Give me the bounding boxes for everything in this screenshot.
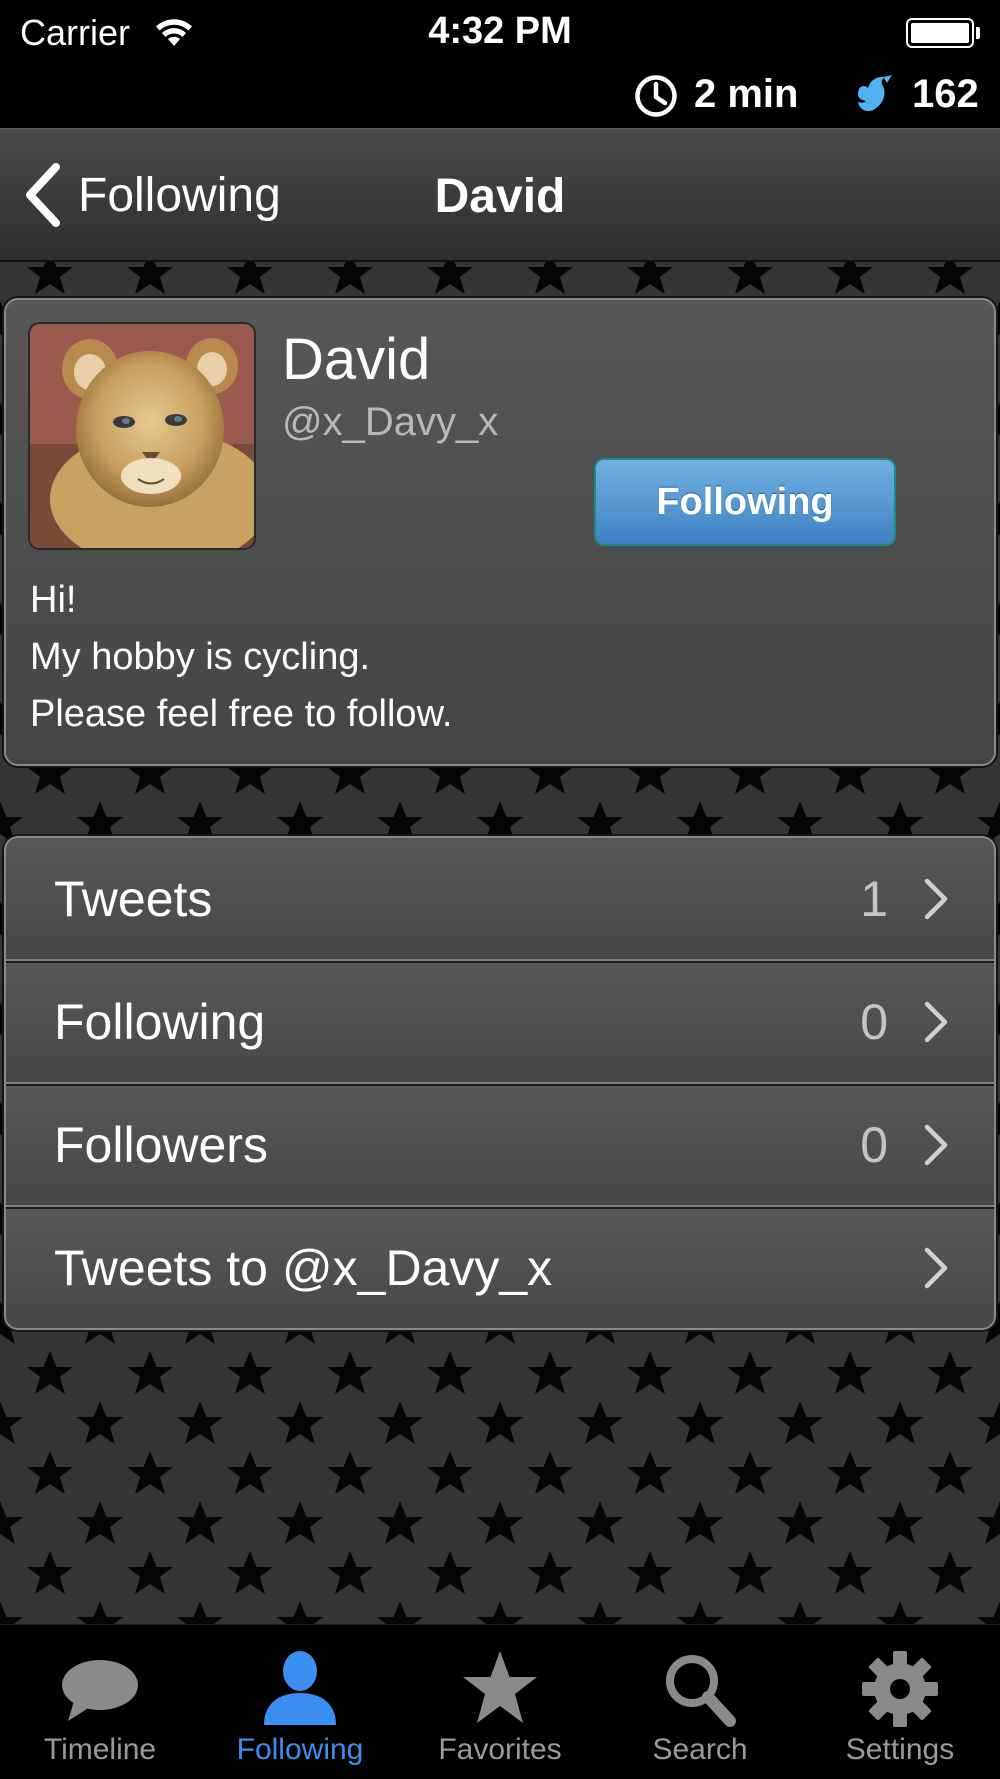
profile-name: David	[282, 327, 431, 392]
list-item-count: 0	[860, 1117, 888, 1173]
api-count-label: 162	[912, 72, 979, 116]
list-item-label: Following	[54, 994, 266, 1050]
chevron-right-icon	[924, 1247, 948, 1289]
tab-search[interactable]: Search	[600, 1625, 800, 1779]
tab-bar: Timeline Following Favorites Search Sett…	[0, 1624, 1000, 1779]
tab-settings[interactable]: Settings	[800, 1625, 1000, 1779]
avatar[interactable]	[28, 322, 256, 550]
list-item-label: Followers	[54, 1117, 268, 1173]
tab-favorites[interactable]: Favorites	[400, 1625, 600, 1779]
tab-label: Search	[652, 1733, 748, 1766]
tab-label: Settings	[845, 1733, 955, 1766]
profile-card: David @x_Davy_x Following Hi! My hobby i…	[4, 298, 996, 766]
status-time: 4:32 PM	[428, 10, 572, 52]
profile-bio: Hi! My hobby is cycling. Please feel fre…	[30, 572, 452, 743]
bio-line: Please feel free to follow.	[30, 693, 453, 735]
list-item-count: 1	[860, 871, 888, 927]
following-toggle-button[interactable]: Following	[594, 458, 896, 546]
battery-icon	[906, 18, 974, 48]
bio-line: My hobby is cycling.	[30, 636, 371, 678]
lion-cub-photo	[30, 324, 254, 548]
tab-following[interactable]: Following	[200, 1625, 400, 1779]
list-item-following[interactable]: Following 0	[4, 959, 996, 1082]
list-item-label: Tweets to @x_Davy_x	[54, 1240, 553, 1296]
clock-icon	[635, 75, 677, 117]
magnifier-icon	[666, 1655, 736, 1727]
list-item-tweets[interactable]: Tweets 1	[4, 836, 996, 959]
chevron-right-icon	[924, 1124, 948, 1166]
bio-line: Hi!	[30, 579, 77, 621]
profile-stats-list: Tweets 1 Following 0 Followers 0 Tweets …	[4, 836, 996, 1330]
chevron-right-icon	[924, 878, 948, 920]
page-title: David	[434, 170, 566, 223]
tab-timeline[interactable]: Timeline	[0, 1625, 200, 1779]
navigation-bar: Following David	[0, 128, 1000, 262]
gear-icon	[862, 1651, 938, 1727]
chevron-right-icon	[924, 1001, 948, 1043]
tab-label: Timeline	[43, 1733, 157, 1766]
star-icon	[463, 1651, 537, 1723]
person-icon	[264, 1651, 336, 1725]
battery-tip	[976, 27, 980, 39]
bird-icon	[858, 75, 892, 112]
status-bar: Carrier 4:32 PM 2 min 162	[0, 0, 1000, 128]
speech-bubble-icon	[62, 1660, 138, 1721]
tab-label: Favorites	[438, 1733, 562, 1766]
list-item-tweets-to-user[interactable]: Tweets to @x_Davy_x	[4, 1205, 996, 1330]
list-item-count: 0	[860, 994, 888, 1050]
list-item-label: Tweets	[54, 871, 213, 927]
tab-label: Following	[236, 1733, 364, 1766]
list-item-followers[interactable]: Followers 0	[4, 1082, 996, 1205]
profile-handle: @x_Davy_x	[282, 400, 499, 444]
last-update-label: 2 min	[694, 72, 799, 116]
